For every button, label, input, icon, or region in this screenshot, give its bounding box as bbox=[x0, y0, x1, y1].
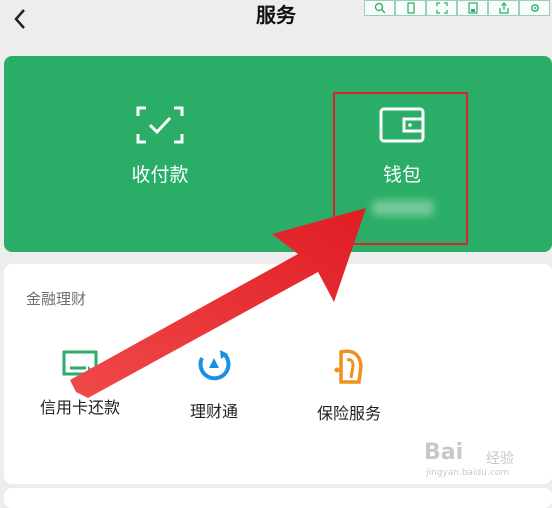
search-zoom-icon[interactable] bbox=[364, 0, 395, 16]
watermark-suffix: 经验 bbox=[486, 451, 514, 467]
wealth-label: 理财通 bbox=[189, 402, 238, 421]
image-toolbar bbox=[364, 0, 552, 16]
credit-card-repay-label: 信用卡还款 bbox=[39, 398, 120, 417]
wallet-card: 收付款 钱包 bbox=[4, 56, 552, 252]
scan-check-icon bbox=[136, 106, 184, 144]
pay-receive-label: 收付款 bbox=[131, 164, 189, 186]
copy-icon[interactable] bbox=[395, 0, 426, 16]
insurance-icon bbox=[334, 349, 363, 384]
pay-receive-button[interactable]: 收付款 bbox=[100, 106, 220, 187]
save-icon[interactable] bbox=[457, 0, 488, 16]
section-title: 金融理财 bbox=[26, 290, 87, 308]
insurance-button[interactable]: 保险服务 bbox=[304, 348, 394, 424]
highlight-box bbox=[333, 92, 468, 245]
wealth-button[interactable]: 理财通 bbox=[166, 348, 262, 422]
credit-card-icon bbox=[62, 350, 98, 376]
insurance-label: 保险服务 bbox=[316, 404, 381, 423]
credit-card-repay-button[interactable]: 信用卡还款 bbox=[30, 348, 130, 418]
expand-icon[interactable] bbox=[426, 0, 457, 16]
baidu-watermark: Bai 经验 jingyan.baidu.com bbox=[424, 440, 548, 480]
wealth-icon bbox=[198, 350, 231, 381]
watermark-brand: Bai bbox=[424, 440, 464, 465]
nav-bar: 服务 bbox=[0, 0, 552, 40]
settings-icon[interactable] bbox=[519, 0, 550, 16]
next-section-card bbox=[4, 488, 552, 508]
share-icon[interactable] bbox=[488, 0, 519, 16]
watermark-url: jingyan.baidu.com bbox=[426, 468, 510, 478]
